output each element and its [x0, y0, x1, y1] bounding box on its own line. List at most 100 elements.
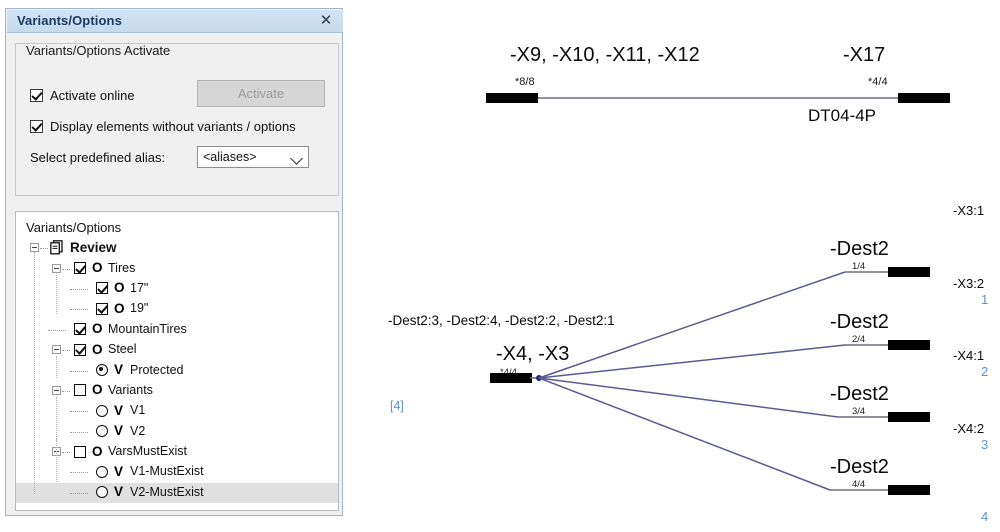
right-pin-label-1: -X3:1	[953, 203, 985, 218]
tree-node-label: Protected	[130, 362, 184, 377]
tree-node-label: 17"	[130, 280, 149, 295]
tree-row[interactable]: O Steel	[16, 340, 338, 360]
tree-row[interactable]: V V1-MustExist	[16, 462, 338, 482]
fan-branch-terminal-3	[888, 412, 930, 422]
activate-group-legend: Variants/Options Activate	[22, 44, 175, 57]
fan-source-label: -X4, -X3	[496, 343, 570, 365]
diagram-canvas	[486, 93, 950, 495]
right-pin-count-3: 3	[981, 437, 989, 452]
variants-options-panel: Variants/Options ✕ Variants/Options Acti…	[5, 8, 343, 516]
tree-node-radio[interactable]	[96, 465, 108, 478]
tree-node-checkbox[interactable]	[96, 282, 108, 295]
tree-connector-line	[62, 268, 70, 271]
fan-branch-pin-1: 1/4	[852, 261, 866, 272]
display-elements-checkbox[interactable]	[30, 120, 43, 133]
tree-row[interactable]: V V1	[16, 401, 338, 421]
tree-node-label: MountainTires	[108, 321, 187, 336]
activate-online-checkbox[interactable]	[30, 89, 43, 102]
activate-button[interactable]: Activate	[197, 80, 325, 107]
variant-marker-icon: V	[114, 402, 124, 418]
document-icon	[50, 240, 63, 255]
tree-node-label: VarsMustExist	[108, 444, 187, 459]
option-marker-icon: O	[92, 341, 103, 357]
fan-branch-terminal-1	[888, 267, 930, 277]
tree-node-label: V1-MustExist	[130, 464, 204, 479]
tree-row[interactable]: O 19"	[16, 299, 338, 319]
fan-branch-label-2: -Dest2	[830, 311, 889, 333]
alias-select[interactable]: <aliases>	[197, 146, 309, 168]
variants-tree[interactable]: Variants/Options Review O Tires O 17" O 19" O Mo…	[15, 211, 339, 511]
fan-branch-pin-3: 3/4	[852, 406, 866, 417]
activate-online-label: Activate online	[50, 88, 135, 103]
tree-row[interactable]: Review	[16, 238, 338, 258]
fan-branch-pin-4: 4/4	[852, 479, 866, 490]
tree-expander-icon[interactable]	[30, 243, 39, 253]
tree-expander-icon[interactable]	[52, 345, 61, 355]
right-pin-label-4: -X4:2	[953, 421, 985, 436]
tree-row[interactable]: V V2-MustExist	[16, 482, 338, 504]
tree-guide-line	[56, 356, 58, 378]
tree-connector-line	[70, 472, 88, 474]
tree-expander-icon[interactable]	[52, 385, 61, 395]
fan-branch-wire-3	[538, 377, 839, 418]
tree-connector-line	[70, 288, 88, 291]
tree-connector-line	[70, 431, 88, 434]
fan-branch-wire-4	[538, 377, 831, 491]
display-elements-checkbox-row[interactable]: Display elements without variants / opti…	[30, 119, 296, 134]
top-right-connector-label: -X17	[843, 44, 886, 66]
tree-node-checkbox[interactable]	[74, 323, 86, 336]
tree-guide-line	[56, 438, 58, 482]
option-marker-icon: O	[92, 260, 103, 276]
option-marker-icon: O	[114, 280, 125, 296]
tree-connector-line	[62, 350, 70, 352]
tree-connector-line	[70, 492, 88, 495]
fan-dest-list: -Dest2:3, -Dest2:4, -Dest2:2, -Dest2:1	[388, 313, 615, 328]
alias-selected-value: <aliases>	[203, 150, 257, 164]
fan-wire-count: [4]	[390, 399, 404, 413]
tree-node-radio[interactable]	[96, 425, 108, 438]
tree-row[interactable]: O Tires	[16, 258, 338, 278]
tree-row[interactable]: O VarsMustExist	[16, 442, 338, 462]
alias-field-label: Select predefined alias:	[30, 150, 166, 165]
tree-node-checkbox[interactable]	[74, 384, 86, 397]
top-left-connector-label: -X9, -X10, -X11, -X12	[510, 44, 700, 66]
fan-source-pincount: *4/4	[500, 367, 517, 378]
tree-connector-line	[70, 370, 88, 373]
tree-node-checkbox[interactable]	[74, 343, 86, 356]
close-icon[interactable]: ✕	[317, 12, 335, 30]
tree-guide-line	[56, 397, 58, 441]
tree-row[interactable]: V V2	[16, 422, 338, 442]
tree-node-label: V2	[130, 423, 146, 438]
fan-branch-terminal-2	[888, 340, 930, 350]
top-left-terminal	[486, 93, 538, 103]
tree-node-checkbox[interactable]	[74, 445, 86, 458]
activate-online-checkbox-row[interactable]: Activate online	[30, 88, 135, 103]
option-marker-icon: O	[92, 382, 103, 398]
tree-node-radio[interactable]	[96, 364, 108, 377]
fan-branch-label-3: -Dest2	[830, 383, 889, 405]
tree-node-checkbox[interactable]	[96, 302, 108, 315]
fan-branch-pin-2: 2/4	[852, 334, 866, 345]
tree-row[interactable]: O MountainTires	[16, 320, 338, 340]
tree-node-label: Variants	[108, 382, 153, 397]
panel-titlebar: Variants/Options ✕	[7, 10, 343, 33]
top-connector-part-number: DT04-4P	[808, 106, 877, 125]
tree-node-label: Review	[70, 240, 117, 256]
tree-connector-line	[62, 390, 70, 393]
right-pin-count-1: 1	[981, 292, 989, 307]
tree-node-label: Steel	[108, 342, 137, 357]
tree-connector-line	[40, 248, 48, 250]
tree-connector-line	[70, 411, 88, 413]
option-marker-icon: O	[92, 443, 103, 459]
tree-node-checkbox[interactable]	[74, 262, 86, 275]
fan-branch-label-4: -Dest2	[830, 456, 889, 478]
tree-node-radio[interactable]	[96, 486, 108, 499]
tree-row[interactable]: O Variants	[16, 381, 338, 401]
tree-node-label: Tires	[108, 260, 136, 275]
tree-guide-line	[56, 272, 58, 314]
tree-node-radio[interactable]	[96, 404, 108, 417]
tree-row[interactable]: O 17"	[16, 279, 338, 299]
tree-connector-line	[70, 309, 88, 311]
tree-row[interactable]: V Protected	[16, 360, 338, 380]
right-pin-label-2: -X3:2	[953, 276, 985, 291]
